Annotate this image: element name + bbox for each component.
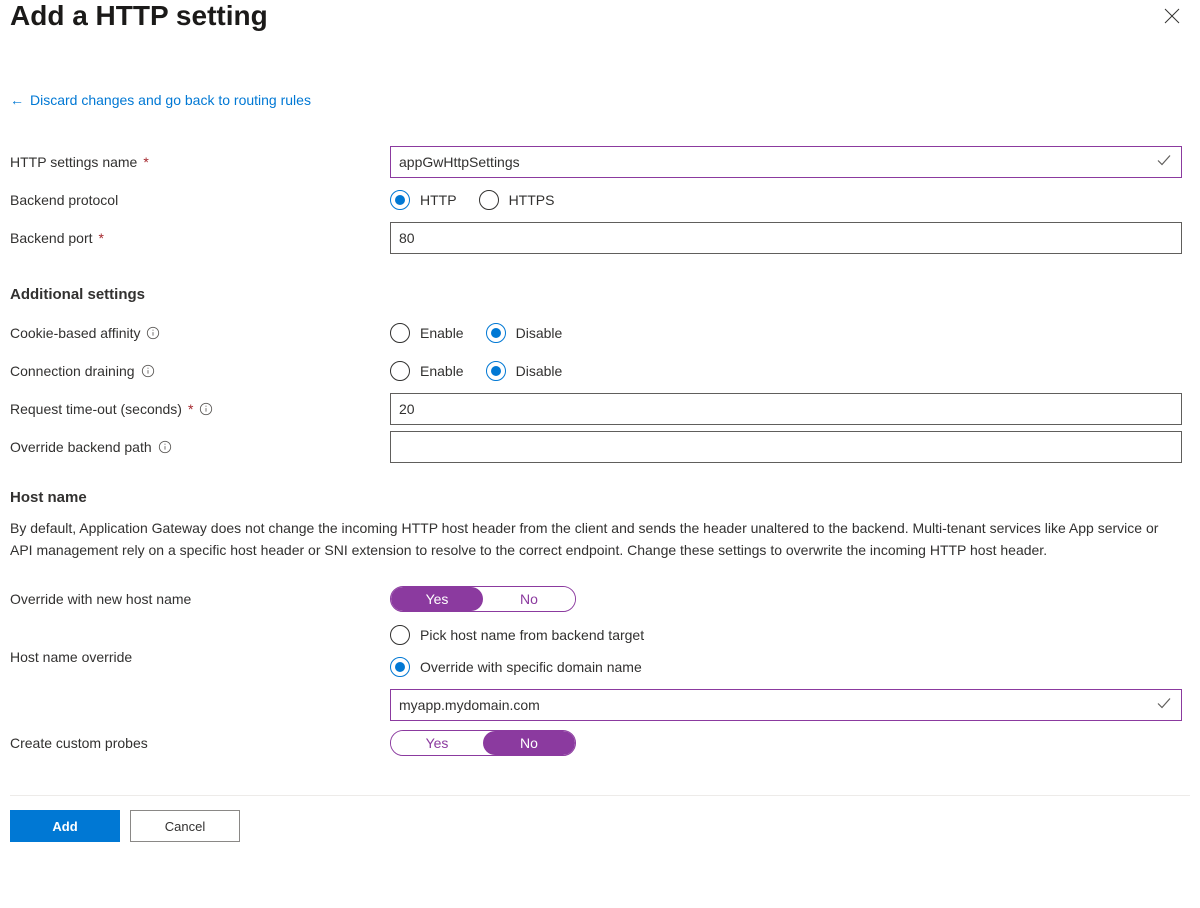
info-icon[interactable] [158, 440, 172, 454]
radio-icon [486, 361, 506, 381]
radio-icon [479, 190, 499, 210]
radio-label: HTTPS [509, 192, 555, 208]
radio-icon [390, 625, 410, 645]
override-new-host-no[interactable]: No [483, 587, 575, 611]
cookie-affinity-label: Cookie-based affinity [10, 325, 140, 341]
override-backend-path-label: Override backend path [10, 439, 152, 455]
host-override-pick-backend[interactable]: Pick host name from backend target [390, 625, 1190, 645]
back-link-text: Discard changes and go back to routing r… [30, 92, 311, 108]
override-new-host-yes[interactable]: Yes [391, 587, 483, 611]
radio-icon [390, 190, 410, 210]
host-name-heading: Host name [10, 489, 1190, 506]
connection-draining-disable[interactable]: Disable [486, 361, 563, 381]
radio-label: Pick host name from backend target [420, 627, 644, 643]
custom-probes-toggle[interactable]: Yes No [390, 730, 576, 756]
required-mark: * [143, 154, 148, 170]
cancel-button[interactable]: Cancel [130, 810, 240, 842]
page-title: Add a HTTP setting [10, 0, 268, 32]
required-mark: * [188, 401, 193, 417]
cookie-affinity-disable[interactable]: Disable [486, 323, 563, 343]
override-backend-path-input[interactable] [390, 431, 1182, 463]
http-settings-name-input[interactable] [390, 146, 1182, 178]
info-icon[interactable] [146, 326, 160, 340]
host-name-override-input[interactable] [390, 689, 1182, 721]
host-name-override-label: Host name override [10, 649, 132, 665]
backend-protocol-label: Backend protocol [10, 192, 118, 208]
checkmark-icon [1156, 152, 1172, 173]
additional-settings-heading: Additional settings [10, 286, 1190, 303]
radio-icon [390, 323, 410, 343]
connection-draining-enable[interactable]: Enable [390, 361, 464, 381]
custom-probes-label: Create custom probes [10, 735, 148, 751]
radio-label: Disable [516, 325, 563, 341]
radio-icon [390, 657, 410, 677]
request-timeout-input[interactable] [390, 393, 1182, 425]
required-mark: * [99, 230, 104, 246]
checkmark-icon [1156, 695, 1172, 716]
close-icon[interactable] [1154, 4, 1190, 32]
radio-label: HTTP [420, 192, 457, 208]
host-override-specific-domain[interactable]: Override with specific domain name [390, 657, 1190, 677]
connection-draining-label: Connection draining [10, 363, 135, 379]
arrow-left-icon: ← [10, 92, 24, 108]
radio-icon [390, 361, 410, 381]
add-button[interactable]: Add [10, 810, 120, 842]
http-settings-name-label: HTTP settings name [10, 154, 137, 170]
radio-icon [486, 323, 506, 343]
backend-port-label: Backend port [10, 230, 93, 246]
info-icon[interactable] [199, 402, 213, 416]
cookie-affinity-enable[interactable]: Enable [390, 323, 464, 343]
backend-protocol-https[interactable]: HTTPS [479, 190, 555, 210]
backend-protocol-http[interactable]: HTTP [390, 190, 457, 210]
radio-label: Enable [420, 325, 464, 341]
override-new-host-toggle[interactable]: Yes No [390, 586, 576, 612]
custom-probes-yes[interactable]: Yes [391, 731, 483, 755]
custom-probes-no[interactable]: No [483, 731, 575, 755]
radio-label: Override with specific domain name [420, 659, 642, 675]
back-link[interactable]: ← Discard changes and go back to routing … [10, 92, 311, 108]
radio-label: Disable [516, 363, 563, 379]
backend-port-input[interactable] [390, 222, 1182, 254]
request-timeout-label: Request time-out (seconds) [10, 401, 182, 417]
info-icon[interactable] [141, 364, 155, 378]
radio-label: Enable [420, 363, 464, 379]
host-name-description: By default, Application Gateway does not… [10, 518, 1160, 561]
override-new-host-label: Override with new host name [10, 591, 191, 607]
